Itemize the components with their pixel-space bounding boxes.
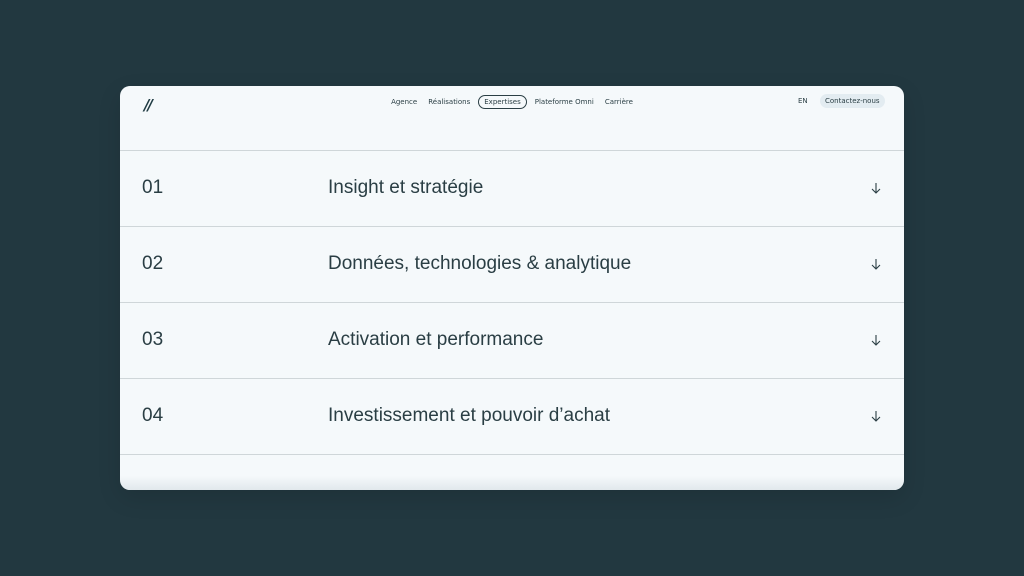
arrow-down-icon[interactable] <box>869 333 883 347</box>
expertise-number: 01 <box>142 177 164 198</box>
expertise-number: 04 <box>142 405 164 426</box>
contact-button[interactable]: Contactez-nous <box>820 94 885 108</box>
nav-item-plateforme-omni[interactable]: Plateforme Omni <box>532 96 597 108</box>
expertise-title: Insight et stratégie <box>328 177 484 198</box>
expertise-title: Investissement et pouvoir d’achat <box>328 405 610 426</box>
expertise-title: Activation et performance <box>328 329 544 350</box>
expertise-list: 01 Insight et stratégie 02 Données, tech… <box>120 150 904 455</box>
nav-item-agence[interactable]: Agence <box>388 96 420 108</box>
expertise-row[interactable]: 03 Activation et performance <box>120 302 904 378</box>
expertise-row[interactable]: 04 Investissement et pouvoir d’achat <box>120 378 904 455</box>
expertise-row[interactable]: 01 Insight et stratégie <box>120 150 904 226</box>
nav-item-realisations[interactable]: Réalisations <box>425 96 473 108</box>
nav-item-carriere[interactable]: Carrière <box>602 96 636 108</box>
expertise-title: Données, technologies & analytique <box>328 253 632 274</box>
arrow-down-icon[interactable] <box>869 409 883 423</box>
language-switch[interactable]: EN <box>798 97 808 105</box>
expertise-number: 02 <box>142 253 164 274</box>
main-nav: Agence Réalisations Expertises Plateform… <box>120 95 904 109</box>
expertise-row[interactable]: 02 Données, technologies & analytique <box>120 226 904 302</box>
arrow-down-icon[interactable] <box>869 181 883 195</box>
expertise-number: 03 <box>142 329 164 350</box>
browser-window: // Agence Réalisations Expertises Platef… <box>120 86 904 490</box>
arrow-down-icon[interactable] <box>869 257 883 271</box>
nav-item-expertises[interactable]: Expertises <box>478 95 527 109</box>
